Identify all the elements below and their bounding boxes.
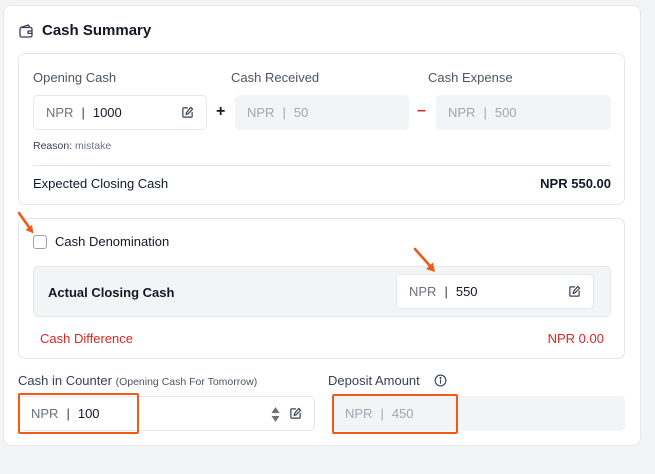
expected-closing-label: Expected Closing Cash bbox=[33, 176, 169, 191]
expected-closing-value: NPR 550.00 bbox=[540, 176, 611, 191]
edit-icon[interactable] bbox=[181, 106, 194, 119]
cash-denomination-checkbox[interactable] bbox=[33, 235, 47, 249]
cash-difference-value: NPR 0.00 bbox=[547, 331, 604, 346]
cash-in-counter-highlight bbox=[18, 393, 139, 434]
cash-in-counter-label: Cash in Counter (Opening Cash For Tomorr… bbox=[18, 373, 258, 388]
page-title: Cash Summary bbox=[42, 22, 152, 39]
cash-received-label: Cash Received bbox=[231, 70, 320, 85]
opening-cash-input[interactable]: NPR | 1000 bbox=[33, 95, 207, 130]
edit-icon[interactable] bbox=[568, 285, 581, 298]
opening-cash-label: Opening Cash bbox=[33, 70, 117, 85]
actual-closing-input[interactable]: NPR | 550 bbox=[396, 274, 594, 309]
plus-operator: + bbox=[216, 103, 226, 120]
edit-icon[interactable] bbox=[289, 407, 302, 420]
card-header: Cash Summary bbox=[18, 22, 151, 39]
cash-expense-input: NPR | 500 bbox=[436, 95, 611, 130]
wallet-icon bbox=[18, 23, 34, 39]
cash-expense-label: Cash Expense bbox=[428, 70, 513, 85]
reason-text: Reason: mistake bbox=[33, 140, 112, 152]
cash-received-input: NPR | 50 bbox=[235, 95, 409, 130]
arrow-annotation-actual-closing bbox=[413, 247, 435, 272]
number-stepper-icon[interactable] bbox=[271, 406, 280, 423]
info-icon[interactable] bbox=[434, 374, 447, 387]
actual-closing-label: Actual Closing Cash bbox=[48, 285, 175, 300]
deposit-amount-label: Deposit Amount bbox=[328, 373, 420, 388]
deposit-amount-highlight bbox=[332, 394, 458, 434]
minus-operator: – bbox=[417, 102, 426, 119]
cash-difference-label: Cash Difference bbox=[40, 331, 133, 346]
arrow-annotation-checkbox bbox=[17, 211, 34, 234]
cash-denomination-label: Cash Denomination bbox=[55, 234, 170, 249]
divider bbox=[33, 165, 611, 166]
